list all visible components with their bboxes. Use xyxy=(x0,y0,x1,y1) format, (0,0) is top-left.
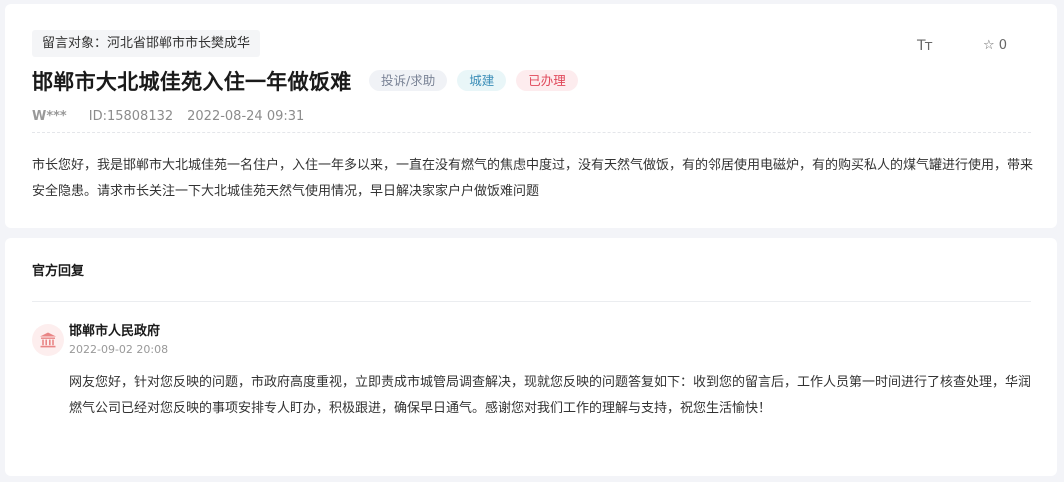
complaint-content: 市长您好，我是邯郸市大北城佳苑一名住户，入住一年多以来，一直在没有燃气的焦虑中度… xyxy=(32,158,1034,199)
favorite-count: 0 xyxy=(998,38,1008,53)
divider xyxy=(32,301,1031,302)
recipient-tag: 留言对象：河北省邯郸市市长樊成华 xyxy=(32,30,261,57)
government-building-icon xyxy=(40,332,56,348)
department-tag: 城建 xyxy=(457,70,507,91)
type-tag: 投诉/求助 xyxy=(369,70,448,91)
avatar xyxy=(32,324,64,356)
complaint-id: ID:15808132 xyxy=(88,109,174,124)
complaint-time: 2022-08-24 09:31 xyxy=(187,109,305,124)
author-name: W*** xyxy=(32,109,67,124)
reply-content: 网友您好，针对您反映的问题，市政府高度重视，立即责成市城管局调查解决，现就您反映… xyxy=(69,375,1032,416)
complaint-meta: W*** ID:15808132 2022-08-24 09:31 xyxy=(32,107,304,127)
favorite-button[interactable]: ☆ 0 xyxy=(983,36,1007,56)
font-size-icon[interactable]: Tт xyxy=(917,36,933,56)
page-title: 邯郸市大北城佳苑入住一年做饭难 xyxy=(32,70,352,94)
reply-heading: 官方回复 xyxy=(32,264,85,279)
status-badge: 已办理 xyxy=(516,70,578,91)
official-reply-card: 官方回复 邯郸市人民政府 2022-09-02 20:08 网友您好，针对您反映… xyxy=(5,238,1057,476)
star-icon: ☆ xyxy=(983,38,995,53)
tag-list: 投诉/求助 城建 已办理 xyxy=(369,70,578,91)
reply-time: 2022-09-02 20:08 xyxy=(69,343,169,356)
complaint-card: 留言对象：河北省邯郸市市长樊成华 Tт ☆ 0 邯郸市大北城佳苑入住一年做饭难 … xyxy=(5,4,1057,228)
divider xyxy=(32,132,1031,133)
reply-org-name: 邯郸市人民政府 xyxy=(69,324,161,339)
